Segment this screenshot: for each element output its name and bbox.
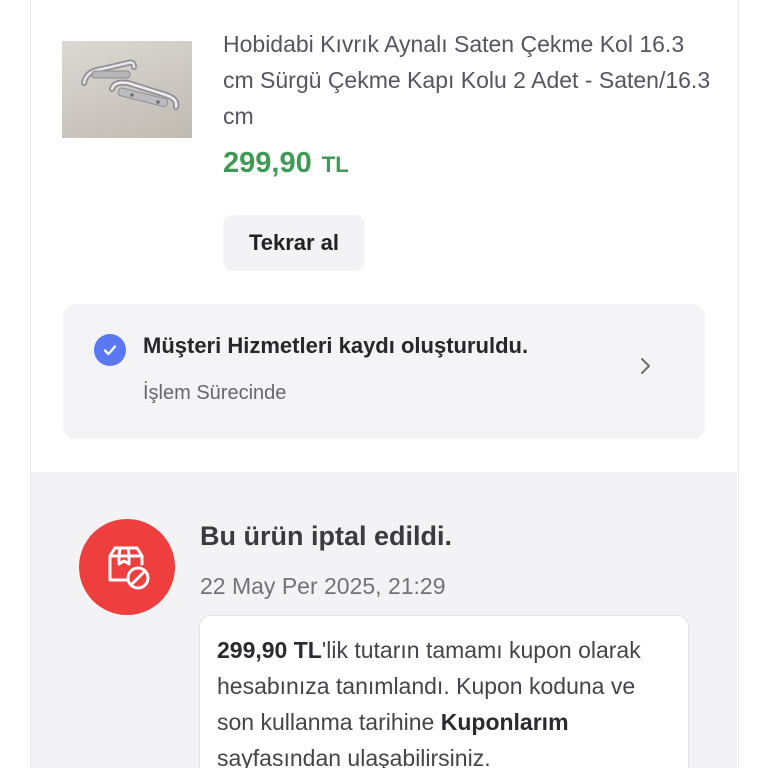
price-currency: TL	[321, 152, 349, 177]
cancelled-package-icon	[79, 519, 175, 615]
service-record-title: Müşteri Hizmetleri kaydı oluşturuldu.	[143, 333, 529, 358]
order-detail-page: Hobidabi Kıvrık Aynalı Saten Çekme Kol 1…	[0, 0, 768, 768]
product-price: 299,90 TL	[223, 147, 349, 180]
door-handle-image	[81, 59, 180, 110]
reorder-button[interactable]: Tekrar al	[223, 215, 365, 271]
check-circle-icon	[94, 334, 126, 366]
product-title[interactable]: Hobidabi Kıvrık Aynalı Saten Çekme Kol 1…	[223, 26, 713, 134]
coupon-info-text-end: sayfasından ulaşabilirsiniz.	[217, 745, 491, 768]
cancellation-date: 22 May Per 2025, 21:29	[200, 573, 446, 599]
price-value: 299,90	[223, 147, 312, 179]
refund-amount: 299,90 TL	[217, 637, 322, 663]
product-image[interactable]	[62, 41, 192, 138]
chevron-right-icon	[641, 358, 650, 374]
coupon-info-box: 299,90 TL'lik tutarın tamamı kupon olara…	[199, 615, 689, 768]
cancellation-title: Bu ürün iptal edildi.	[200, 521, 452, 551]
coupons-link[interactable]: Kuponlarım	[441, 709, 569, 735]
service-record-status: İşlem Sürecinde	[143, 382, 287, 404]
customer-service-record-card[interactable]: Müşteri Hizmetleri kaydı oluşturuldu. İş…	[63, 304, 705, 439]
